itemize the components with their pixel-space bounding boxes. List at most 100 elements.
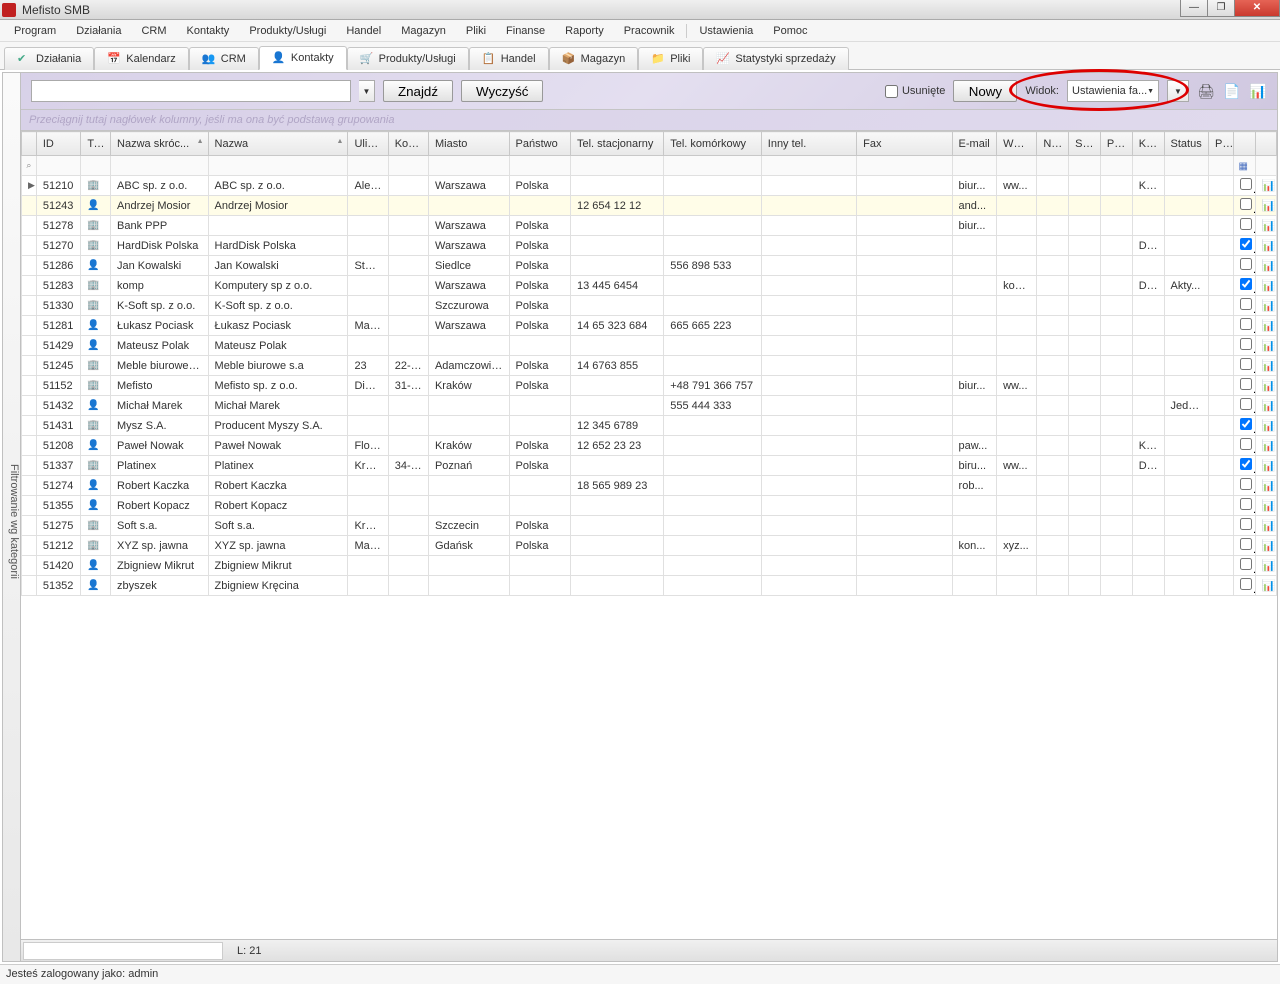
deleted-checkbox[interactable]: Usunięte [885, 85, 945, 98]
row-action-icon[interactable] [1255, 376, 1276, 396]
filter-side-tab[interactable]: Filtrowanie wg kategorii [3, 73, 21, 961]
find-button[interactable]: Znajdź [383, 80, 453, 102]
row-checkbox[interactable] [1240, 498, 1252, 510]
col-Typ[interactable]: Typ [81, 132, 111, 156]
menu-ustawienia[interactable]: Ustawienia [689, 22, 763, 40]
col-Kat...[interactable]: Kat... [1132, 132, 1164, 156]
table-row[interactable]: 51212XYZ sp. jawnaXYZ sp. jawnaMaz...Gda… [22, 536, 1277, 556]
xls-icon[interactable] [1249, 82, 1267, 100]
row-checkbox[interactable] [1240, 438, 1252, 450]
row-action-icon[interactable] [1255, 196, 1276, 216]
filter-row[interactable]: ⌕ [22, 156, 1277, 176]
view-dropdown-button[interactable]: ▼ [1167, 80, 1189, 102]
table-row[interactable]: 51270HardDisk PolskaHardDisk PolskaWarsz… [22, 236, 1277, 256]
menu-crm[interactable]: CRM [131, 22, 176, 40]
row-action-icon[interactable] [1255, 296, 1276, 316]
row-checkbox[interactable] [1240, 538, 1252, 550]
row-checkbox[interactable] [1240, 338, 1252, 350]
col-E-mail[interactable]: E-mail [952, 132, 997, 156]
tab-pliki[interactable]: Pliki [638, 47, 703, 70]
row-checkbox[interactable] [1240, 558, 1252, 570]
tab-magazyn[interactable]: Magazyn [549, 47, 639, 70]
tab-kontakty[interactable]: Kontakty [259, 46, 347, 70]
minimize-button[interactable] [1180, 0, 1208, 17]
row-checkbox[interactable] [1240, 478, 1252, 490]
row-action-icon[interactable] [1255, 176, 1276, 196]
table-row[interactable]: 51275Soft s.a.Soft s.a.Krak...SzczecinPo… [22, 516, 1277, 536]
menu-działania[interactable]: Działania [66, 22, 131, 40]
menu-produkty/usługi[interactable]: Produkty/Usługi [239, 22, 336, 40]
table-row[interactable]: 51429Mateusz PolakMateusz Polak [22, 336, 1277, 356]
row-action-icon[interactable] [1255, 396, 1276, 416]
row-action-icon[interactable] [1255, 336, 1276, 356]
table-row[interactable]: 51274Robert KaczkaRobert Kaczka18 565 98… [22, 476, 1277, 496]
row-checkbox[interactable] [1240, 578, 1252, 590]
data-grid[interactable]: IDTypNazwa skróc...NazwaUlic...Kod ...Mi… [21, 131, 1277, 939]
tab-statystykisprzeday[interactable]: Statystyki sprzedaży [703, 47, 848, 70]
col-Nazwa skróc...[interactable]: Nazwa skróc... [111, 132, 209, 156]
col-Tel. komórkowy[interactable]: Tel. komórkowy [664, 132, 762, 156]
col-Not...[interactable]: Not... [1037, 132, 1069, 156]
tab-crm[interactable]: CRM [189, 47, 259, 70]
header-row[interactable]: IDTypNazwa skróc...NazwaUlic...Kod ...Mi… [22, 132, 1277, 156]
col-Państwo[interactable]: Państwo [509, 132, 570, 156]
row-action-icon[interactable] [1255, 536, 1276, 556]
col-WWW[interactable]: WWW [997, 132, 1037, 156]
search-input[interactable] [31, 80, 351, 102]
table-row[interactable]: 51432Michał MarekMichał Marek555 444 333… [22, 396, 1277, 416]
col-Kod ...[interactable]: Kod ... [388, 132, 428, 156]
row-action-icon[interactable] [1255, 516, 1276, 536]
print-icon[interactable] [1197, 82, 1215, 100]
row-checkbox[interactable] [1240, 278, 1252, 290]
row-checkbox[interactable] [1240, 218, 1252, 230]
tab-produktyusugi[interactable]: Produkty/Usługi [347, 47, 469, 70]
menu-program[interactable]: Program [4, 22, 66, 40]
table-row[interactable]: 51152MefistoMefisto sp. z o.o.Dietl...31… [22, 376, 1277, 396]
row-checkbox[interactable] [1240, 238, 1252, 250]
row-action-icon[interactable] [1255, 356, 1276, 376]
col-Miasto[interactable]: Miasto [428, 132, 509, 156]
menu-pomoc[interactable]: Pomoc [763, 22, 817, 40]
row-checkbox[interactable] [1240, 358, 1252, 370]
tab-dziaania[interactable]: Działania [4, 47, 94, 70]
table-row[interactable]: 51330K-Soft sp. z o.o.K-Soft sp. z o.o.S… [22, 296, 1277, 316]
menu-handel[interactable]: Handel [336, 22, 391, 40]
row-checkbox[interactable] [1240, 398, 1252, 410]
col-ID[interactable]: ID [36, 132, 81, 156]
pdf-icon[interactable] [1223, 82, 1241, 100]
row-checkbox[interactable] [1240, 318, 1252, 330]
table-row[interactable]: 51431Mysz S.A.Producent Myszy S.A.12 345… [22, 416, 1277, 436]
row-action-icon[interactable] [1255, 436, 1276, 456]
table-row[interactable]: 51208Paweł NowakPaweł NowakFlori...Krakó… [22, 436, 1277, 456]
tab-kalendarz[interactable]: Kalendarz [94, 47, 189, 70]
row-action-icon[interactable] [1255, 276, 1276, 296]
row-checkbox[interactable] [1240, 458, 1252, 470]
row-checkbox[interactable] [1240, 178, 1252, 190]
col-empty[interactable] [1234, 132, 1255, 156]
group-by-bar[interactable]: Przeciągnij tutaj nagłówek kolumny, jeśl… [21, 109, 1277, 131]
col-Tel. stacjonarny[interactable]: Tel. stacjonarny [570, 132, 663, 156]
menu-pliki[interactable]: Pliki [456, 22, 496, 40]
row-checkbox[interactable] [1240, 258, 1252, 270]
row-checkbox[interactable] [1240, 298, 1252, 310]
row-action-icon[interactable] [1255, 476, 1276, 496]
row-checkbox[interactable] [1240, 378, 1252, 390]
col-empty[interactable] [22, 132, 37, 156]
col-Nazwa[interactable]: Nazwa [208, 132, 348, 156]
table-row[interactable]: 51245Meble biurowe s.aMeble biurowe s.a2… [22, 356, 1277, 376]
row-checkbox[interactable] [1240, 518, 1252, 530]
col-empty[interactable] [1255, 132, 1276, 156]
view-combo[interactable]: Ustawienia fa... [1067, 80, 1159, 102]
col-Sło...[interactable]: Sło... [1069, 132, 1101, 156]
close-button[interactable] [1234, 0, 1280, 17]
row-action-icon[interactable] [1255, 236, 1276, 256]
row-action-icon[interactable] [1255, 216, 1276, 236]
table-row[interactable]: 51243Andrzej MosiorAndrzej Mosior12 654 … [22, 196, 1277, 216]
col-Pr...[interactable]: Pr... [1209, 132, 1234, 156]
tab-handel[interactable]: Handel [469, 47, 549, 70]
pager[interactable] [23, 942, 223, 960]
table-row[interactable]: 51420Zbigniew MikrutZbigniew Mikrut [22, 556, 1277, 576]
col-Ulic...[interactable]: Ulic... [348, 132, 388, 156]
table-row[interactable]: 51278Bank PPPWarszawaPolskabiur... [22, 216, 1277, 236]
menu-finanse[interactable]: Finanse [496, 22, 555, 40]
